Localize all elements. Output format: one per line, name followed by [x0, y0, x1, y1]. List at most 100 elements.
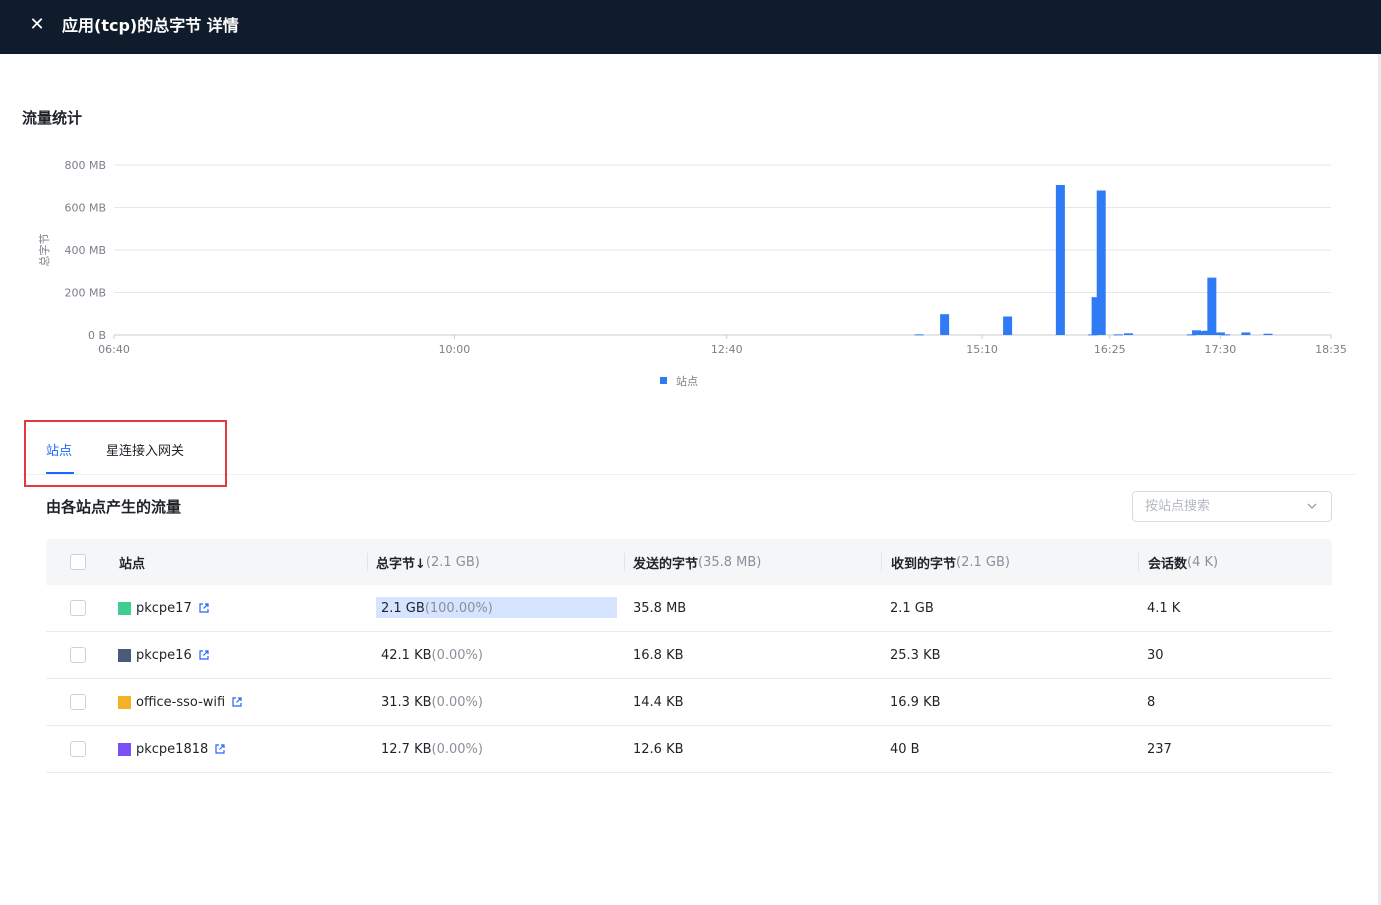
table-row[interactable]: pkcpe1818 12.7 KB(0.00%) 12.6 KB 40 B 23… [46, 726, 1332, 773]
row-select-cell [70, 585, 86, 631]
header-received[interactable]: 收到的字节 (2.1 GB) [891, 539, 1010, 585]
chart-bar [1003, 316, 1013, 335]
total-bytes-percent: (0.00%) [431, 647, 483, 663]
y-tick-label: 200 MB [64, 287, 106, 300]
total-bytes: 2.1 GB [381, 600, 425, 616]
y-tick-label: 400 MB [64, 244, 106, 257]
column-divider[interactable] [881, 553, 882, 571]
table-header: 站点 总字节↓ (2.1 GB) 发送的字节 (35.8 MB) 收到的字节 (2.1… [46, 539, 1332, 585]
row-checkbox[interactable] [70, 694, 86, 710]
chart-bar [1241, 332, 1251, 335]
table-row[interactable]: pkcpe16 42.1 KB(0.00%) 16.8 KB 25.3 KB 3… [46, 632, 1332, 679]
row-select-cell [70, 632, 86, 678]
x-tick-label: 12:40 [711, 343, 743, 356]
column-divider[interactable] [1138, 553, 1139, 571]
external-link-icon[interactable] [198, 649, 210, 661]
search-placeholder: 按站点搜索 [1145, 499, 1211, 514]
chevron-down-icon [1307, 503, 1317, 509]
y-axis-label: 总字节 [37, 234, 51, 267]
session-count: 4.1 K [1147, 600, 1181, 616]
column-divider[interactable] [624, 553, 625, 571]
received-bytes: 16.9 KB [890, 694, 941, 710]
site-color-swatch [118, 601, 131, 615]
x-tick-label: 06:40 [98, 343, 130, 356]
chart-bar [1055, 184, 1065, 335]
chart-bar [1207, 277, 1217, 335]
header-received-sum: (2.1 GB) [956, 554, 1010, 570]
site-color-swatch [118, 648, 131, 662]
total-bytes: 31.3 KB [381, 694, 432, 710]
received-bytes: 40 B [890, 741, 920, 757]
site-name: office-sso-wifi [136, 694, 226, 710]
sent-bytes: 35.8 MB [633, 600, 687, 616]
total-bytes-percent: (0.00%) [431, 694, 483, 710]
header-sessions-sum: (4 K) [1187, 554, 1219, 570]
table-row[interactable]: pkcpe17 2.1 GB(100.00%) 35.8 MB 2.1 GB 4… [46, 585, 1332, 632]
received-bytes: 2.1 GB [890, 600, 934, 616]
total-bytes-cell: 12.7 KB(0.00%) [376, 726, 617, 772]
site-cell: pkcpe17 [118, 585, 210, 631]
header-sent[interactable]: 发送的字节 (35.8 MB) [633, 539, 761, 585]
header-total-label: 总字节↓ [376, 556, 426, 572]
table-row[interactable]: office-sso-wifi 31.3 KB(0.00%) 14.4 KB 1… [46, 679, 1332, 726]
total-bytes-cell: 42.1 KB(0.00%) [376, 632, 617, 678]
total-bytes: 12.7 KB [381, 741, 432, 757]
session-count: 237 [1147, 741, 1172, 757]
row-select-cell [70, 679, 86, 725]
tab-star-gateway[interactable]: 星连接入网关 [106, 440, 184, 464]
tabs-divider [22, 474, 1356, 475]
total-bytes-value: 31.3 KB(0.00%) [381, 695, 483, 710]
header-site[interactable]: 站点 [119, 539, 145, 585]
row-checkbox[interactable] [70, 741, 86, 757]
total-bytes-cell: 2.1 GB(100.00%) [376, 585, 617, 631]
site-name: pkcpe1818 [136, 741, 209, 757]
tab-sites[interactable]: 站点 [46, 440, 72, 464]
site-cell: pkcpe1818 [118, 726, 226, 772]
session-count: 30 [1147, 647, 1164, 663]
close-icon[interactable]: ✕ [27, 15, 47, 35]
x-tick-label: 17:30 [1205, 343, 1237, 356]
table-title: 由各站点产生的流量 [46, 498, 182, 516]
total-bytes-value: 12.7 KB(0.00%) [381, 742, 483, 757]
total-bytes-percent: (0.00%) [431, 741, 483, 757]
total-bytes: 42.1 KB [381, 647, 432, 663]
modal-header: ✕ 应用(tcp)的总字节 详情 [0, 0, 1381, 54]
header-sessions[interactable]: 会话数 (4 K) [1148, 539, 1218, 585]
row-select-cell [70, 726, 86, 772]
sent-bytes: 12.6 KB [633, 741, 684, 757]
external-link-icon[interactable] [214, 743, 226, 755]
chart-svg: 800 MB 600 MB 400 MB 200 MB 0 B 总字节 06:40 10:00… [37, 159, 1347, 388]
sent-bytes: 16.8 KB [633, 647, 684, 663]
x-tick-label: 10:00 [439, 343, 471, 356]
traffic-chart: 800 MB 600 MB 400 MB 200 MB 0 B 总字节 06:40 10:00… [0, 140, 1360, 400]
chart-bar [1263, 333, 1273, 335]
modal-title: 应用(tcp)的总字节 详情 [62, 16, 239, 35]
header-sessions-label: 会话数 [1148, 556, 1188, 572]
row-checkbox[interactable] [70, 647, 86, 663]
chart-bar [1113, 334, 1123, 336]
x-tick-label: 16:25 [1094, 343, 1126, 356]
received-bytes: 25.3 KB [890, 647, 941, 663]
site-name: pkcpe17 [136, 600, 192, 616]
total-bytes-percent: (100.00%) [424, 600, 493, 616]
site-color-swatch [118, 742, 131, 756]
select-all-checkbox[interactable] [70, 554, 86, 570]
site-name: pkcpe16 [136, 647, 192, 663]
total-bytes-cell: 31.3 KB(0.00%) [376, 679, 617, 725]
external-link-icon[interactable] [198, 602, 210, 614]
y-tick-label: 600 MB [64, 202, 106, 215]
external-link-icon[interactable] [231, 696, 243, 708]
header-total[interactable]: 总字节↓ (2.1 GB) [376, 539, 480, 585]
site-search-select[interactable]: 按站点搜索 [1132, 491, 1332, 522]
traffic-stats-title: 流量统计 [22, 109, 83, 127]
chart-bar [1123, 333, 1133, 335]
session-count: 8 [1147, 694, 1156, 710]
select-all-cell [70, 539, 86, 585]
site-color-swatch [118, 695, 131, 709]
legend-label: 站点 [676, 374, 698, 388]
row-checkbox[interactable] [70, 600, 86, 616]
column-divider[interactable] [367, 553, 368, 571]
y-tick-label: 800 MB [64, 159, 106, 172]
y-tick-label: 0 B [88, 329, 106, 342]
site-cell: pkcpe16 [118, 632, 210, 678]
